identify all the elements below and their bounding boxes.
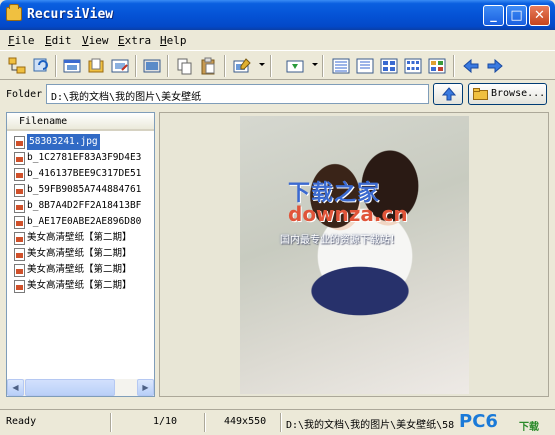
folder-label: Folder [6, 89, 43, 100]
pc6-logo: PC6 下载 [459, 411, 539, 433]
view-large-icons-icon[interactable] [427, 56, 447, 76]
watermark-tagline: 国内最专业的资源下载站！ [280, 235, 400, 246]
image-file-icon [14, 247, 25, 261]
tree-view-icon[interactable] [7, 56, 27, 76]
list-item[interactable]: b_59FB9085A744884761 [9, 182, 154, 198]
menu-help[interactable]: Help [160, 34, 187, 47]
image-file-icon [14, 199, 25, 213]
list-item[interactable]: 美女高清壁纸【第二期】 [9, 278, 154, 294]
menu-bar: File Edit View Extra Help [0, 30, 555, 50]
folder-icon [473, 88, 488, 100]
refresh-icon[interactable] [31, 56, 51, 76]
image-file-icon [14, 167, 25, 181]
watermark-url: downza.cn [288, 202, 408, 226]
file-list[interactable]: Filename 58303241.jpg b_1C2781EF83A3F9D4… [6, 112, 155, 397]
status-path: D:\我的文档\我的图片\美女壁纸\58303241.jpg [286, 420, 454, 431]
edit-image-icon[interactable] [232, 56, 252, 76]
window-title: RecursiView [27, 7, 114, 22]
back-arrow-icon[interactable] [461, 56, 481, 76]
scroll-thumb[interactable] [25, 379, 115, 396]
column-header-filename[interactable]: Filename [7, 113, 154, 131]
export-dropdown-icon[interactable] [312, 63, 318, 66]
menu-extra[interactable]: Extra [118, 34, 151, 47]
list-item[interactable]: 美女高清壁纸【第二期】 [9, 230, 154, 246]
scroll-right-icon[interactable]: ▶ [137, 379, 154, 396]
image-file-icon [14, 135, 25, 149]
list-item[interactable]: 美女高清壁纸【第二期】 [9, 262, 154, 278]
list-item[interactable]: 美女高清壁纸【第二期】 [9, 246, 154, 262]
view-details-icon[interactable] [331, 56, 351, 76]
minimize-button[interactable]: _ [483, 5, 504, 26]
edit-dropdown-icon[interactable] [259, 63, 265, 66]
list-item[interactable]: b_416137BEE9C317DE51 [9, 166, 154, 182]
folder-path-input[interactable]: D:\我的文档\我的图片\美女壁纸 [46, 84, 429, 104]
menu-edit[interactable]: Edit [45, 34, 72, 47]
image-file-icon [14, 183, 25, 197]
title-bar: RecursiView _ □ ✕ [0, 0, 555, 30]
maximize-button[interactable]: □ [506, 5, 527, 26]
browse-button[interactable]: Browse... [468, 83, 547, 105]
list-item[interactable]: b_AE17E0ABE2AE896D80 [9, 214, 154, 230]
list-item[interactable]: b_1C2781EF83A3F9D4E3 [9, 150, 154, 166]
view-small-icons-icon[interactable] [379, 56, 399, 76]
forward-arrow-icon[interactable] [485, 56, 505, 76]
folder-open-icon[interactable] [86, 56, 106, 76]
horizontal-scrollbar[interactable]: ◀ ▶ [7, 379, 154, 396]
export-icon[interactable] [285, 56, 305, 76]
list-item[interactable]: b_8B7A4D2FF2A18413BF [9, 198, 154, 214]
status-state: Ready [6, 416, 37, 427]
status-position: 1/10 [153, 416, 178, 427]
list-item[interactable]: 58303241.jpg [9, 134, 154, 150]
view-list-icon[interactable] [355, 56, 375, 76]
toolbar [0, 50, 555, 80]
image-file-icon [14, 279, 25, 293]
display-icon[interactable] [142, 56, 162, 76]
up-folder-button[interactable] [433, 83, 463, 105]
image-preview-pane: 下载之家 downza.cn 国内最专业的资源下载站！ [159, 112, 549, 397]
scroll-left-icon[interactable]: ◀ [7, 379, 24, 396]
image-file-icon [14, 215, 25, 229]
copy-icon[interactable] [174, 56, 194, 76]
view-thumbnails-icon[interactable] [403, 56, 423, 76]
image-file-icon [14, 263, 25, 277]
browse-label: Browse... [491, 88, 546, 99]
image-window-icon[interactable] [62, 56, 82, 76]
menu-view[interactable]: View [82, 34, 109, 47]
up-arrow-icon [441, 87, 457, 101]
image-file-icon [14, 151, 25, 165]
save-image-icon[interactable] [110, 56, 130, 76]
menu-file[interactable]: File [8, 34, 35, 47]
preview-photo [240, 116, 469, 394]
paste-icon[interactable] [198, 56, 218, 76]
status-dimensions: 449x550 [224, 416, 267, 427]
close-button[interactable]: ✕ [529, 5, 550, 26]
folder-icon [6, 4, 22, 21]
image-file-icon [14, 231, 25, 245]
